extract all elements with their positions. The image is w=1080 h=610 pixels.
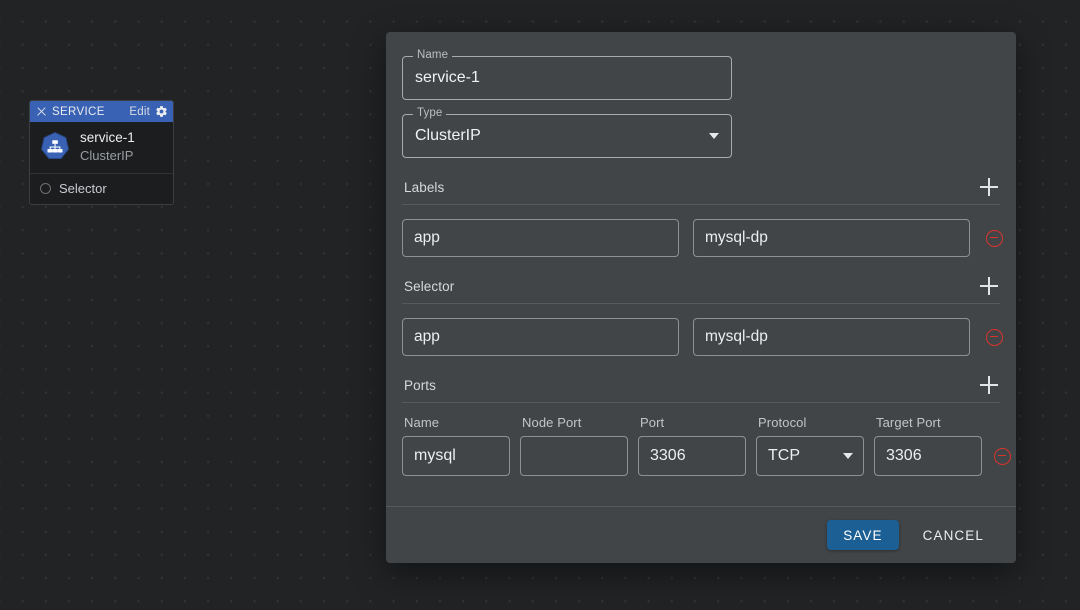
selector-section-header: Selector xyxy=(402,277,1000,304)
type-select-label: Type xyxy=(413,107,447,120)
dialog-footer: SAVE CANCEL xyxy=(386,506,1016,563)
cancel-button[interactable]: CANCEL xyxy=(907,520,1000,550)
port-protocol-value: TCP xyxy=(768,447,800,464)
remove-port-button[interactable] xyxy=(994,447,1011,465)
ports-column-node-port: Node Port xyxy=(522,415,582,430)
node-edit-link[interactable]: Edit xyxy=(129,106,150,118)
port-port-input[interactable]: 3306 xyxy=(638,436,746,476)
ports-column-target-port: Target Port xyxy=(876,415,941,430)
port-name-input[interactable]: mysql xyxy=(402,436,510,476)
node-selector-label: Selector xyxy=(59,181,107,197)
selector-section: Selector app mysql-dp xyxy=(402,277,1003,356)
name-field-value: service-1 xyxy=(415,69,480,86)
service-edit-dialog: Name service-1 Type ClusterIP Labels app… xyxy=(386,32,1016,563)
ports-column-port: Port xyxy=(640,415,665,430)
port-node-port-input[interactable] xyxy=(520,436,628,476)
selector-value-input[interactable]: mysql-dp xyxy=(693,318,970,356)
labels-section: Labels app mysql-dp xyxy=(402,178,1003,257)
selector-row: app mysql-dp xyxy=(402,318,1003,356)
remove-selector-button[interactable] xyxy=(986,328,1003,346)
node-card-header: SERVICE Edit xyxy=(30,101,173,122)
add-label-button[interactable] xyxy=(980,178,998,196)
service-node-card[interactable]: SERVICE Edit service-1 ClusterIP Selecto… xyxy=(29,100,174,206)
node-selector-port-row[interactable]: Selector xyxy=(30,174,173,204)
node-service-name: service-1 xyxy=(80,130,135,145)
ports-section-header: Ports xyxy=(402,376,1000,403)
connection-port-icon[interactable] xyxy=(40,183,51,195)
ports-column-headers: Name Node Port Port Protocol Target Port xyxy=(402,415,1000,430)
ports-section-title: Ports xyxy=(404,377,437,393)
port-row: mysql 3306 TCP 3306 xyxy=(402,436,1011,476)
labels-section-header: Labels xyxy=(402,178,1000,205)
selector-key-input[interactable]: app xyxy=(402,318,679,356)
node-card-body: service-1 ClusterIP xyxy=(30,122,173,175)
chevron-down-icon[interactable] xyxy=(709,133,719,139)
dialog-body: Name service-1 Type ClusterIP Labels app… xyxy=(386,32,1016,506)
port-protocol-select[interactable]: TCP xyxy=(756,436,864,476)
gear-icon[interactable] xyxy=(155,105,168,118)
chevron-down-icon[interactable] xyxy=(843,453,853,459)
label-row: app mysql-dp xyxy=(402,219,1003,257)
node-service-type: ClusterIP xyxy=(80,147,134,163)
node-card-title: SERVICE xyxy=(52,105,105,118)
port-target-port-input[interactable]: 3306 xyxy=(874,436,982,476)
ports-section: Ports Name Node Port Port Protocol Targe… xyxy=(402,376,1011,476)
close-icon[interactable] xyxy=(36,106,47,117)
add-selector-button[interactable] xyxy=(980,277,998,295)
ports-column-protocol: Protocol xyxy=(758,415,807,430)
label-key-input[interactable]: app xyxy=(402,219,679,257)
type-select-value: ClusterIP xyxy=(415,127,481,144)
name-field-label: Name xyxy=(413,49,453,62)
add-port-button[interactable] xyxy=(980,376,998,394)
label-value-input[interactable]: mysql-dp xyxy=(693,219,970,257)
ports-column-name: Name xyxy=(404,415,440,430)
labels-section-title: Labels xyxy=(404,179,445,195)
save-button[interactable]: SAVE xyxy=(827,520,899,550)
selector-section-title: Selector xyxy=(404,278,455,294)
remove-label-button[interactable] xyxy=(986,229,1003,247)
name-field[interactable]: Name service-1 xyxy=(402,49,732,100)
type-select[interactable]: Type ClusterIP xyxy=(402,107,732,158)
kubernetes-service-icon xyxy=(39,131,71,163)
